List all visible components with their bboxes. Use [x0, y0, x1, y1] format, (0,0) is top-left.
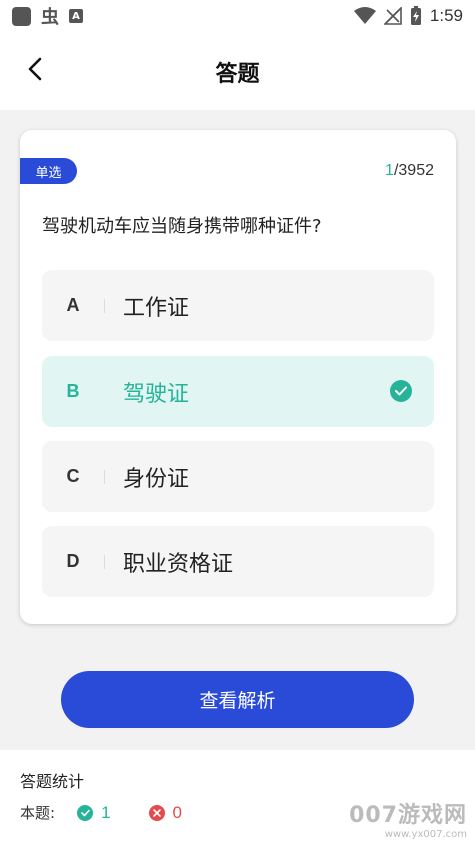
- app-header: 答题: [0, 32, 475, 110]
- option-text: 身份证: [123, 466, 190, 492]
- progress-current: 1: [385, 162, 394, 179]
- bug-icon: 虫: [41, 7, 59, 28]
- correct-check-icon: [77, 804, 94, 821]
- status-bar: 虫 A 1:59: [0, 0, 475, 32]
- option-text: 工作证: [123, 295, 190, 321]
- clock: 1:59: [429, 6, 463, 25]
- watermark: 007游戏网 www.yx007.com: [349, 797, 467, 840]
- question-card: 单选 1/3952 驾驶机动车应当随身携带哪种证件? A 工作证 B 驾驶证 C…: [20, 130, 456, 624]
- wrong-stat: 0: [148, 802, 182, 823]
- stats-title: 答题统计: [20, 772, 85, 791]
- divider: [104, 554, 105, 569]
- divider: [104, 385, 105, 399]
- watermark-url: www.yx007.com: [384, 829, 467, 840]
- divider: [104, 298, 105, 313]
- correct-stat: 1: [77, 802, 111, 823]
- option-text: 职业资格证: [123, 551, 234, 577]
- option-c[interactable]: C 身份证: [42, 441, 434, 512]
- wrong-count: 0: [172, 802, 182, 822]
- check-circle-icon: [390, 380, 412, 402]
- option-letter: B: [66, 381, 80, 401]
- progress-total: /3952: [393, 162, 434, 179]
- app-square-icon: [12, 6, 31, 26]
- answer-stats-panel: 答题统计 本题: 1 0 007游戏网 www.yx007.com: [0, 750, 475, 846]
- stats-label: 本题:: [20, 804, 56, 822]
- battery-charging-icon: [410, 6, 421, 25]
- wrong-x-icon: [148, 804, 165, 821]
- view-analysis-button[interactable]: 查看解析: [61, 671, 414, 728]
- wifi-icon: [353, 7, 376, 24]
- stats-row: 本题: 1 0: [20, 802, 182, 823]
- option-letter: A: [66, 295, 80, 315]
- option-d[interactable]: D 职业资格证: [42, 526, 434, 597]
- page-title: 答题: [215, 62, 260, 87]
- question-progress: 1/3952: [385, 162, 434, 180]
- option-letter: C: [66, 466, 80, 486]
- option-letter: D: [66, 551, 80, 571]
- option-a[interactable]: A 工作证: [42, 270, 434, 341]
- question-text: 驾驶机动车应当随身携带哪种证件?: [42, 216, 322, 237]
- question-type-badge: 单选: [20, 158, 77, 184]
- option-b[interactable]: B 驾驶证: [42, 356, 434, 427]
- watermark-main: 007游戏网: [349, 803, 467, 828]
- no-signal-icon: [383, 7, 402, 25]
- correct-count: 1: [101, 802, 111, 822]
- font-a-icon: A: [69, 9, 83, 23]
- option-text: 驾驶证: [123, 381, 190, 407]
- divider: [104, 469, 105, 484]
